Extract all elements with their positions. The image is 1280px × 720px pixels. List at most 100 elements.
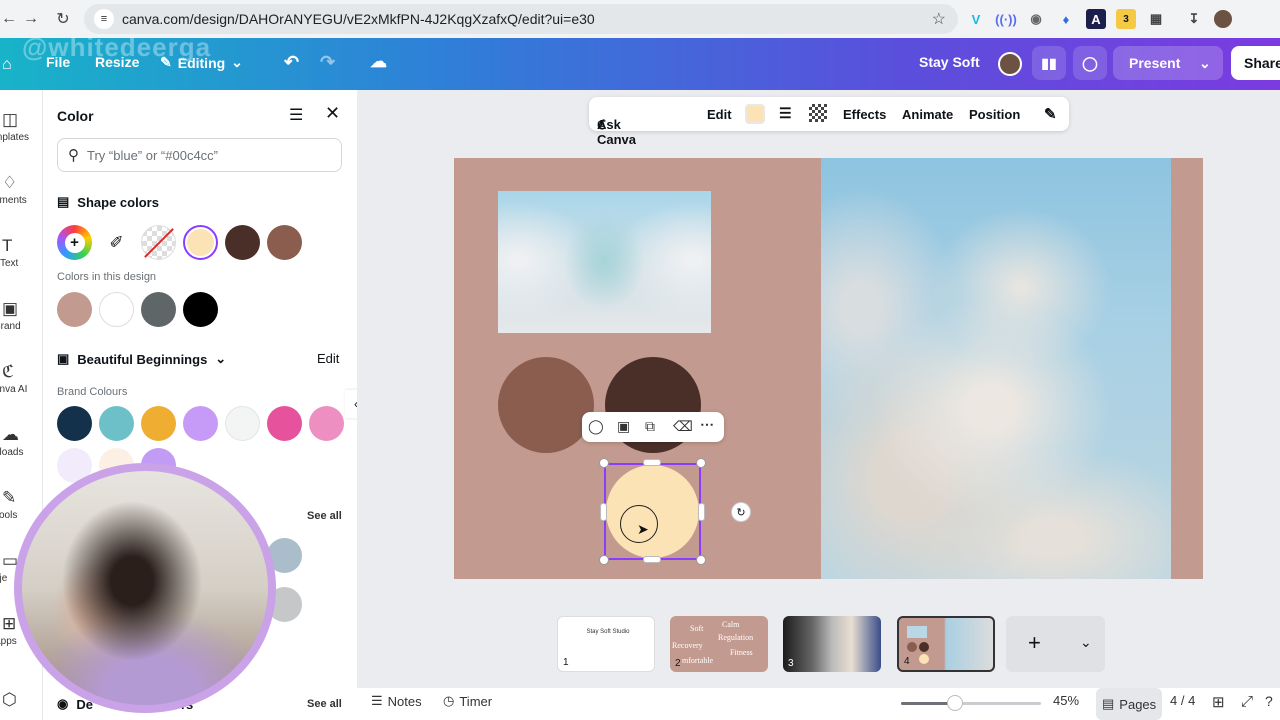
zoom-slider-thumb[interactable]	[947, 695, 963, 711]
analytics-icon[interactable]: ▮▮	[1032, 46, 1066, 80]
page-thumb-1[interactable]: Stay Soft Studio 1	[557, 616, 655, 672]
share-button[interactable]: Share	[1231, 46, 1280, 80]
reload-icon[interactable]: ↻	[48, 4, 78, 34]
broadcast-icon[interactable]: ((·))	[995, 9, 1017, 29]
more-options-icon[interactable]: ⋯	[700, 416, 714, 433]
trash-icon[interactable]: ⌫	[673, 418, 693, 435]
design-swatch-gray[interactable]	[141, 292, 176, 327]
search-placeholder: Try “blue” or “#00c4cc”	[87, 147, 218, 163]
copy-style-icon[interactable]: ✎	[1044, 105, 1057, 123]
see-all-link[interactable]: See all	[307, 510, 342, 522]
gradient-photo[interactable]	[498, 191, 711, 333]
resize-handle-tr[interactable]	[696, 458, 706, 468]
shape-swatch-selected[interactable]	[183, 225, 218, 260]
brand-swatch-gold[interactable]	[141, 406, 176, 441]
home-icon[interactable]: ⌂	[2, 56, 12, 74]
undo-icon[interactable]: ↶	[284, 52, 299, 73]
help-icon[interactable]: ?	[1265, 693, 1273, 709]
pages-button[interactable]: ▤ Pages	[1096, 688, 1163, 720]
timer-button[interactable]: ◷ Timer	[443, 693, 492, 709]
fullscreen-icon[interactable]: ⤢	[1241, 693, 1253, 710]
resize-button[interactable]: Resize	[95, 54, 139, 70]
edit-button[interactable]: Edit	[707, 107, 732, 122]
brown-circle[interactable]	[498, 357, 594, 453]
no-color-slash	[144, 228, 174, 258]
brand-swatch-light-pink[interactable]	[309, 406, 344, 441]
border-style-icon[interactable]: ☰	[779, 105, 792, 122]
list-view-icon[interactable]: ☰	[289, 105, 303, 125]
resize-handle-top[interactable]	[643, 459, 661, 466]
chevron-down-icon[interactable]: ⌄	[1080, 634, 1092, 651]
design-swatch-rose[interactable]	[57, 292, 92, 327]
edit-brand-link[interactable]: Edit	[317, 351, 339, 366]
selection-box[interactable]	[604, 463, 701, 560]
grid-view-icon[interactable]: ⊞	[1212, 693, 1225, 711]
design-swatch-white[interactable]	[99, 292, 134, 327]
add-page-button[interactable]: + ⌄	[1006, 616, 1105, 672]
resize-handle-br[interactable]	[696, 555, 706, 565]
brand-swatch-lavender[interactable]	[183, 406, 218, 441]
brand-swatch-offwhite[interactable]	[225, 406, 260, 441]
page-thumb-3[interactable]: 3	[783, 616, 881, 672]
see-all-default-link[interactable]: See all	[307, 698, 342, 710]
close-icon[interactable]: ✕	[325, 103, 340, 124]
resize-handle-left[interactable]	[600, 503, 607, 521]
cloud-photo[interactable]	[821, 158, 1171, 579]
brand-swatch-teal[interactable]	[99, 406, 134, 441]
bookmark-star-icon[interactable]: ☆	[932, 9, 946, 29]
lock-icon[interactable]: ▣	[617, 418, 630, 435]
vimeo-icon[interactable]: V	[966, 9, 986, 29]
font-extension-icon[interactable]: A	[1086, 9, 1106, 29]
collaborator-avatar[interactable]	[998, 52, 1022, 76]
page-thumb-4-selected[interactable]: 4	[897, 616, 995, 672]
page-thumb-2[interactable]: Soft Calm Regulation Recovery Fitness mf…	[670, 616, 768, 672]
brand-swatch-navy[interactable]	[57, 406, 92, 441]
no-color-swatch[interactable]	[141, 225, 176, 260]
effects-button[interactable]: Effects	[843, 107, 886, 122]
bottom-bar: ☰ Notes ◷ Timer 45% ▤ Pages 4 / 4 ⊞ ⤢ ?	[357, 688, 1280, 720]
camera-icon[interactable]: ◉	[1026, 9, 1046, 29]
color-search-input[interactable]: ⚲ Try “blue” or “#00c4cc”	[57, 138, 342, 172]
forward-icon[interactable]: →	[16, 4, 46, 34]
transparency-icon[interactable]	[809, 104, 827, 122]
shape-swatch-dark-brown[interactable]	[225, 225, 260, 260]
profile-avatar[interactable]	[1214, 10, 1232, 28]
address-bar[interactable]: ≡ canva.com/design/DAHOrANYEGU/vE2xMkfPN…	[84, 4, 958, 34]
file-menu[interactable]: File	[46, 54, 70, 70]
redo-icon[interactable]: ↷	[320, 52, 335, 73]
editing-mode-button[interactable]: ✎ Editing ⌄	[160, 54, 243, 71]
rotate-icon[interactable]: ↻	[731, 502, 751, 522]
cloud-save-icon[interactable]: ☁	[370, 52, 387, 72]
resize-handle-tl[interactable]	[599, 458, 609, 468]
brand-kit-selector[interactable]: ▣ Beautiful Beginnings ⌄	[57, 351, 226, 367]
notes-button[interactable]: ☰ Notes	[371, 693, 422, 709]
design-swatch-black[interactable]	[183, 292, 218, 327]
duplicate-icon[interactable]: ⧉	[645, 418, 655, 435]
design-title[interactable]: Stay Soft	[919, 54, 980, 70]
tools-icon: ✎	[2, 488, 17, 507]
pencil-icon: ✎	[160, 54, 172, 70]
notes-extension-icon[interactable]: 3	[1116, 9, 1136, 29]
position-button[interactable]: Position	[969, 107, 1020, 122]
zoom-level[interactable]: 45%	[1053, 693, 1079, 708]
resize-handle-bl[interactable]	[599, 555, 609, 565]
resize-handle-right[interactable]	[698, 503, 705, 521]
chevron-down-icon[interactable]: ⌄	[1199, 55, 1211, 72]
puzzle-icon[interactable]: ▦	[1146, 9, 1166, 29]
fill-color-button[interactable]	[745, 104, 765, 124]
eyedropper-icon[interactable]: ✐	[99, 225, 134, 260]
shape-swatch-brown[interactable]	[267, 225, 302, 260]
plus-icon: +	[1028, 630, 1041, 655]
zoom-slider[interactable]	[901, 695, 1041, 711]
comment-icon[interactable]: ◯	[1073, 46, 1107, 80]
text-icon: T	[2, 236, 13, 255]
comment-add-icon[interactable]: ◯	[588, 418, 604, 435]
animate-button[interactable]: Animate	[902, 107, 953, 122]
resize-handle-bottom[interactable]	[643, 556, 661, 563]
download-icon[interactable]: ↧	[1184, 9, 1204, 29]
tag-icon[interactable]: ♦	[1056, 9, 1076, 29]
add-color-button[interactable]: +	[57, 225, 92, 260]
brand-swatch-pink[interactable]	[267, 406, 302, 441]
present-button[interactable]: Present ⌄	[1113, 46, 1223, 80]
site-info-icon[interactable]: ≡	[94, 9, 114, 29]
